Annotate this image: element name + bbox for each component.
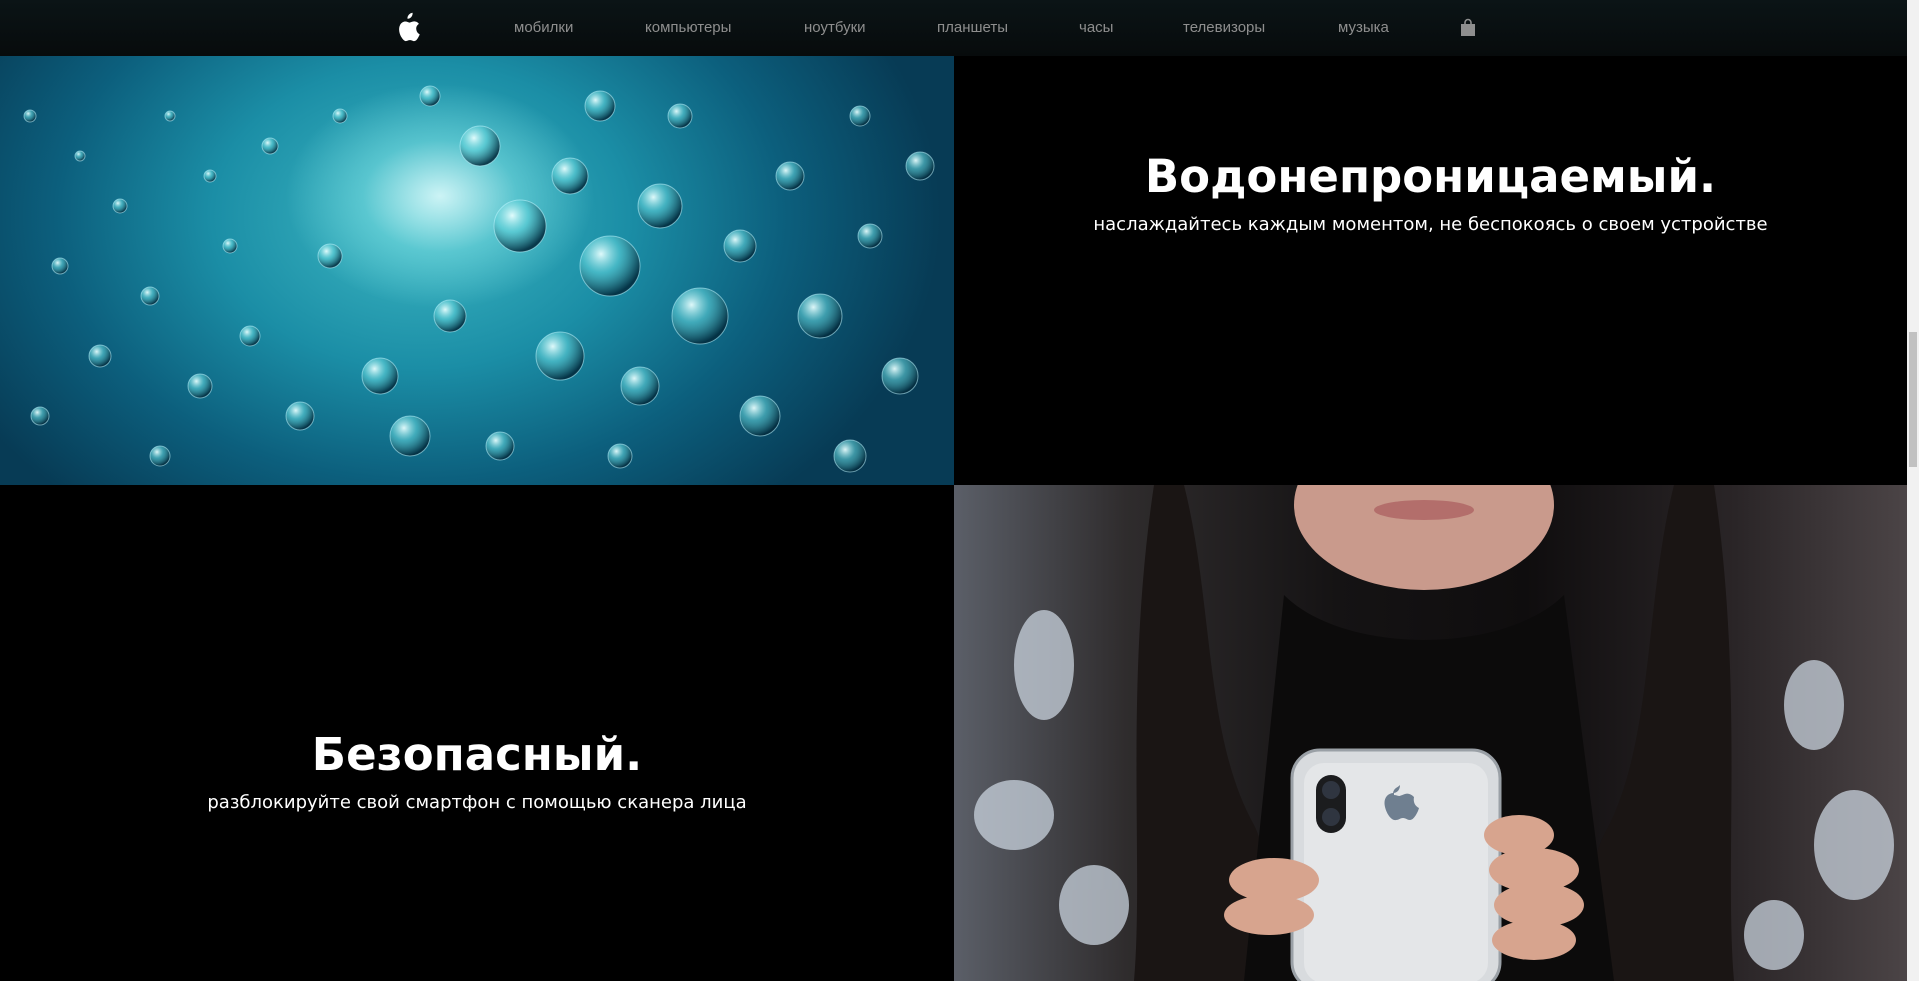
secure-title: Безопасный. (311, 728, 643, 781)
nav-link-tvs[interactable]: телевизоры (1183, 18, 1265, 38)
nav-link-music[interactable]: музыка (1338, 18, 1389, 38)
apple-logo-icon[interactable] (396, 12, 420, 42)
nav-link-tablets[interactable]: планшеты (937, 18, 1008, 38)
nav-link-watches[interactable]: часы (1079, 18, 1113, 38)
waterproof-title: Водонепроницаемый. (1144, 150, 1717, 203)
portrait-illustration (974, 485, 1894, 981)
nav-inner: мобилки компьютеры ноутбуки планшеты час… (0, 0, 1907, 56)
scrollbar-thumb[interactable] (1909, 332, 1917, 467)
secure-text-panel: Безопасный. разблокируйте свой смартфон … (0, 485, 954, 981)
waterproof-text-panel: Водонепроницаемый. наслаждайтесь каждым … (954, 56, 1907, 485)
bubbles-illustration (23, 85, 935, 473)
nav-link-mobiles[interactable]: мобилки (514, 18, 573, 38)
page: мобилки компьютеры ноутбуки планшеты час… (0, 0, 1919, 981)
woman-holding-iphone-image (954, 485, 1907, 981)
nav-link-computers[interactable]: компьютеры (645, 18, 731, 38)
waterproof-subtitle: наслаждайтесь каждым моментом, не беспок… (1093, 214, 1768, 235)
underwater-bubbles-image (0, 56, 954, 485)
page-scrollbar[interactable] (1907, 0, 1919, 981)
shopping-bag-icon[interactable] (1459, 18, 1477, 37)
top-navigation: мобилки компьютеры ноутбуки планшеты час… (0, 0, 1907, 56)
secure-subtitle: разблокируйте свой смартфон с помощью ск… (207, 792, 747, 813)
nav-link-laptops[interactable]: ноутбуки (804, 18, 866, 38)
